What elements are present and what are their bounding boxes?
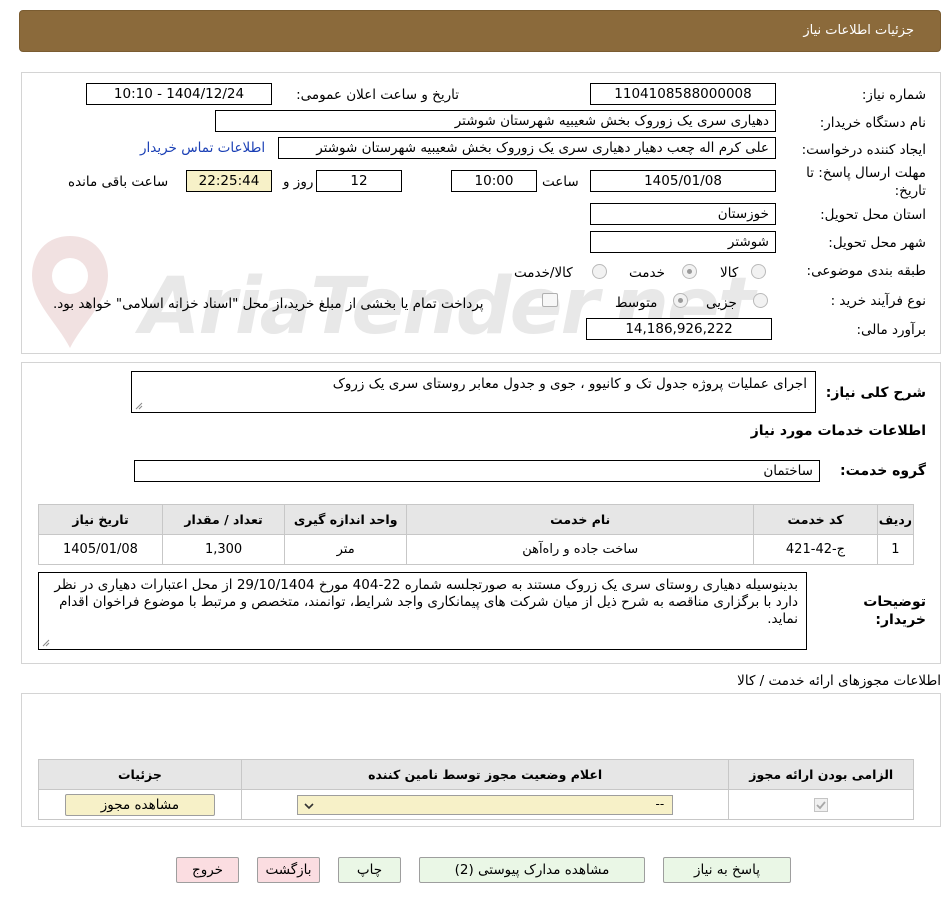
announce-label: تاریخ و ساعت اعلان عمومی:	[296, 87, 459, 103]
treasury-checkbox[interactable]	[542, 293, 558, 307]
col-service-name: نام خدمت	[406, 504, 755, 535]
cell-quantity: 1,300	[161, 534, 286, 565]
cell-license-required	[728, 789, 914, 820]
back-button[interactable]: بازگشت	[257, 857, 320, 883]
category-option-service: خدمت	[629, 265, 665, 281]
reply-button[interactable]: پاسخ به نیاز	[663, 857, 791, 883]
licenses-title: اطلاعات مجوزهای ارائه خدمت / کالا	[737, 673, 941, 689]
process-label: نوع فرآیند خرید :	[830, 293, 926, 309]
licenses-table: الزامی بودن ارائه مجوز اعلام وضعیت مجوز …	[38, 759, 914, 820]
cell-service-code: ج-42-421	[753, 534, 878, 565]
attachments-button[interactable]: مشاهده مدارک پیوستی (2)	[419, 857, 645, 883]
service-group-label: گروه خدمت:	[840, 463, 926, 479]
process-radio-medium[interactable]	[673, 293, 688, 308]
col-license-required: الزامی بودن ارائه مجوز	[728, 759, 914, 790]
days-field: 12	[316, 170, 402, 192]
description-textarea[interactable]: اجرای عملیات پروژه جدول تک و کانیوو ، جو…	[131, 371, 816, 413]
table-row: -- مشاهده مجوز	[38, 789, 914, 820]
remaining-label: ساعت باقی مانده	[68, 174, 169, 190]
buyer-label: نام دستگاه خریدار:	[819, 115, 926, 131]
category-option-goods: کالا	[720, 265, 739, 281]
col-quantity: تعداد / مقدار	[161, 504, 286, 535]
process-radio-minor[interactable]	[753, 293, 768, 308]
remaining-time-field: 22:25:44	[186, 170, 272, 192]
col-license-status: اعلام وضعیت مجوز توسط نامین کننده	[240, 759, 730, 790]
city-field: شوشتر	[590, 231, 776, 253]
cell-service-name: ساخت جاده و راه‌آهن	[406, 534, 755, 565]
category-option-goods-service: کالا/خدمت	[514, 265, 573, 281]
license-required-checkbox[interactable]	[814, 797, 829, 812]
buyer-field: دهیاری سری یک زوروک بخش شعیبیه شهرستان ش…	[215, 110, 776, 132]
description-label: شرح کلی نیاز:	[825, 385, 926, 401]
province-field: خوزستان	[590, 203, 776, 225]
category-radio-goods-service[interactable]	[592, 264, 607, 279]
table-row[interactable]: 1 ج-42-421 ساخت جاده و راه‌آهن متر 1,300…	[38, 534, 915, 565]
page-header: جزئیات اطلاعات نیاز	[19, 10, 941, 52]
buyer-notes-textarea[interactable]: بدینوسیله دهیاری روستای سری یک زروک مستن…	[38, 572, 807, 650]
creator-label: ایجاد کننده درخواست:	[801, 142, 926, 158]
services-title: اطلاعات خدمات مورد نیاز	[750, 423, 926, 439]
cell-need-date: 1405/01/08	[38, 534, 163, 565]
days-label: روز و	[283, 174, 314, 190]
buyer-contact-link[interactable]: اطلاعات تماس خریدار	[140, 140, 265, 156]
creator-field: علی کرم اله چعب دهیار دهیاری سری یک زورو…	[278, 137, 776, 159]
category-radio-goods[interactable]	[751, 264, 766, 279]
description-text: اجرای عملیات پروژه جدول تک و کانیوو ، جو…	[332, 376, 807, 392]
licenses-table-header: الزامی بودن ارائه مجوز اعلام وضعیت مجوز …	[38, 759, 914, 790]
license-status-select[interactable]: --	[297, 794, 674, 815]
service-group-field: ساختمان	[134, 460, 820, 482]
category-label: طبقه بندی موضوعی:	[806, 263, 926, 279]
city-label: شهر محل تحویل:	[828, 235, 926, 251]
province-label: استان محل تحویل:	[820, 207, 926, 223]
col-license-details: جزئیات	[38, 759, 242, 790]
view-license-button[interactable]: مشاهده مجوز	[64, 793, 215, 816]
buyer-notes-label-2: خریدار:	[875, 612, 926, 628]
need-number-label: شماره نیاز:	[861, 87, 926, 103]
deadline-time-field: 10:00	[451, 170, 537, 192]
payment-note: پرداخت تمام یا بخشی از مبلغ خرید،از محل …	[53, 296, 484, 312]
resize-grip-icon[interactable]	[135, 402, 143, 410]
watermark-logo-icon	[28, 232, 112, 352]
buyer-notes-label: توضیحات	[863, 594, 926, 610]
budget-label: برآورد مالی:	[856, 322, 926, 338]
services-table-header: ردیف کد خدمت نام خدمت واحد اندازه گیری ت…	[38, 504, 915, 535]
deadline-date-field: 1405/01/08	[590, 170, 776, 192]
services-table: ردیف کد خدمت نام خدمت واحد اندازه گیری ت…	[38, 504, 915, 565]
page-title: جزئیات اطلاعات نیاز	[803, 23, 914, 38]
deadline-time-label: ساعت	[542, 174, 579, 190]
col-service-code: کد خدمت	[753, 504, 878, 535]
process-option-medium: متوسط	[615, 295, 658, 311]
process-option-minor: جزیی	[706, 295, 737, 311]
col-need-date: تاریخ نیاز	[38, 504, 163, 535]
chevron-down-icon	[304, 802, 314, 809]
col-row-number: ردیف	[876, 504, 915, 535]
cell-unit: متر	[284, 534, 408, 565]
category-radio-service[interactable]	[682, 264, 697, 279]
check-icon	[816, 800, 826, 809]
deadline-label: مهلت ارسال پاسخ: تا	[806, 165, 926, 181]
cell-license-status: --	[240, 789, 730, 820]
resize-grip-icon[interactable]	[42, 639, 50, 647]
print-button[interactable]: چاپ	[338, 857, 401, 883]
license-status-value: --	[655, 796, 665, 811]
buyer-notes-text: بدینوسیله دهیاری روستای سری یک زروک مستن…	[54, 577, 798, 627]
need-number-field: 1104108588000008	[590, 83, 776, 105]
cell-license-details: مشاهده مجوز	[38, 789, 242, 820]
exit-button[interactable]: خروج	[176, 857, 239, 883]
cell-row-number: 1	[876, 534, 915, 565]
budget-field: 14,186,926,222	[586, 318, 772, 340]
deadline-label-date: تاریخ:	[894, 183, 926, 199]
announce-field: 1404/12/24 - 10:10	[86, 83, 272, 105]
col-unit: واحد اندازه گیری	[284, 504, 408, 535]
